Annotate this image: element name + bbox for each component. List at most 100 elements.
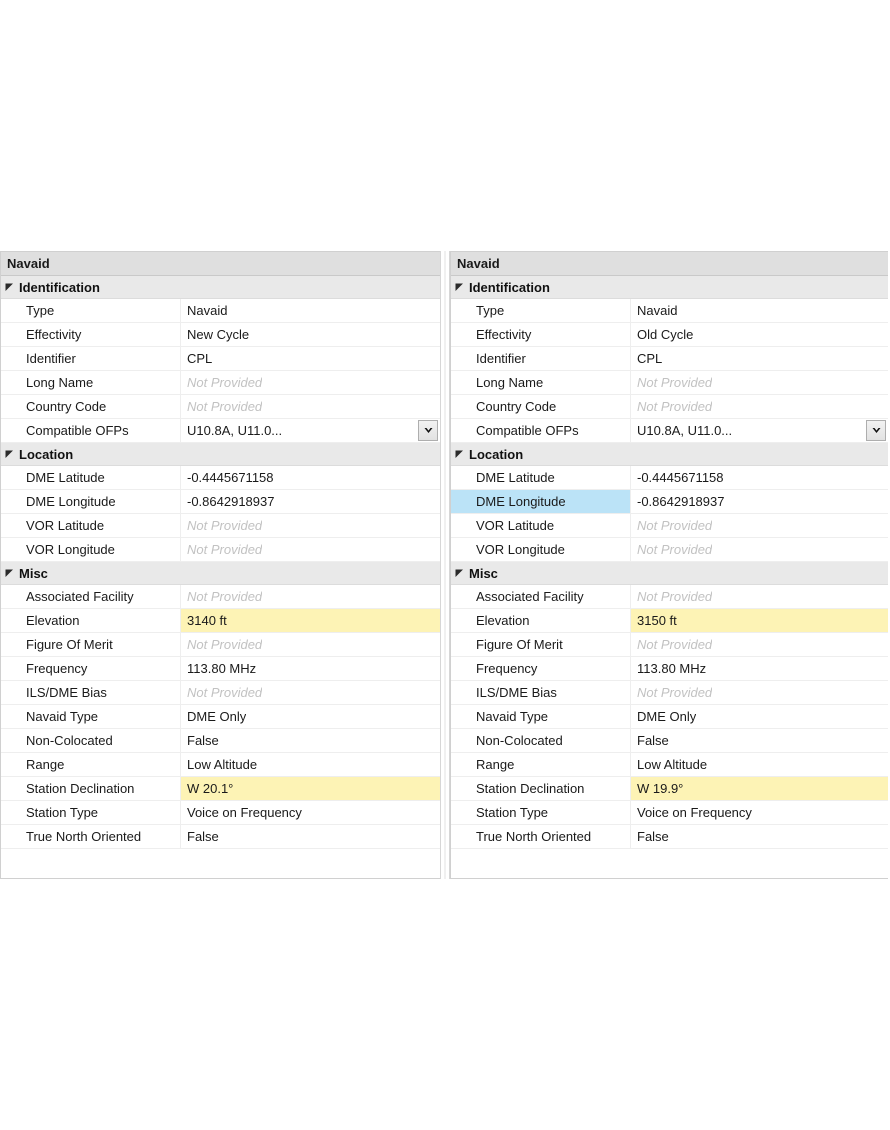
property-label[interactable]: Range — [451, 753, 631, 776]
property-label[interactable]: Country Code — [451, 395, 631, 418]
property-value[interactable]: Voice on Frequency — [181, 801, 440, 824]
property-value[interactable]: CPL — [631, 347, 888, 370]
property-label[interactable]: Station Type — [1, 801, 181, 824]
compatible-ofps-dropdown-button[interactable] — [418, 420, 438, 441]
property-value[interactable]: Not Provided — [181, 681, 440, 704]
property-value[interactable]: 3150 ft — [631, 609, 888, 632]
property-label[interactable]: Long Name — [1, 371, 181, 394]
property-group-header[interactable]: Identification — [451, 276, 888, 299]
property-label[interactable]: Compatible OFPs — [1, 419, 181, 442]
property-row[interactable]: Station Declination W 19.9° — [451, 777, 888, 801]
property-row[interactable]: VOR Longitude Not Provided — [451, 538, 888, 562]
property-label[interactable]: Identifier — [1, 347, 181, 370]
property-value[interactable]: False — [181, 729, 440, 752]
compatible-ofps-dropdown-button[interactable] — [866, 420, 886, 441]
property-value[interactable]: -0.4445671158 — [631, 466, 888, 489]
property-group-header[interactable]: Location — [451, 443, 888, 466]
property-label[interactable]: Country Code — [1, 395, 181, 418]
property-row[interactable]: Station Type Voice on Frequency — [451, 801, 888, 825]
property-label[interactable]: Station Declination — [1, 777, 181, 800]
property-grid[interactable]: Identification Type Navaid Effectivity Old C… — [451, 276, 888, 878]
property-value[interactable]: W 19.9° — [631, 777, 888, 800]
property-value[interactable]: -0.8642918937 — [631, 490, 888, 513]
property-value[interactable]: DME Only — [181, 705, 440, 728]
property-label[interactable]: Identifier — [451, 347, 631, 370]
property-value[interactable]: CPL — [181, 347, 440, 370]
property-group-header[interactable]: Location — [1, 443, 440, 466]
property-value[interactable]: Navaid — [181, 299, 440, 322]
property-row[interactable]: Figure Of Merit Not Provided — [451, 633, 888, 657]
property-grid[interactable]: Identification Type Navaid Effectivity New C… — [1, 276, 440, 878]
property-row[interactable]: Range Low Altitude — [451, 753, 888, 777]
property-row[interactable]: Identifier CPL — [451, 347, 888, 371]
property-value[interactable]: Not Provided — [181, 514, 440, 537]
property-row[interactable]: VOR Latitude Not Provided — [451, 514, 888, 538]
property-label[interactable]: VOR Longitude — [451, 538, 631, 561]
property-label[interactable]: Associated Facility — [1, 585, 181, 608]
property-row[interactable]: Non-Colocated False — [451, 729, 888, 753]
property-row[interactable]: Type Navaid — [1, 299, 440, 323]
property-value[interactable]: 3140 ft — [181, 609, 440, 632]
property-label[interactable]: Effectivity — [1, 323, 181, 346]
property-label[interactable]: Non-Colocated — [1, 729, 181, 752]
property-value[interactable]: Not Provided — [181, 371, 440, 394]
property-value[interactable]: 113.80 MHz — [181, 657, 440, 680]
property-label[interactable]: VOR Longitude — [1, 538, 181, 561]
triangle-expanded-icon[interactable] — [451, 283, 467, 292]
property-value[interactable]: New Cycle — [181, 323, 440, 346]
property-value[interactable]: -0.4445671158 — [181, 466, 440, 489]
property-row[interactable]: Elevation 3140 ft — [1, 609, 440, 633]
property-row[interactable]: Station Declination W 20.1° — [1, 777, 440, 801]
property-row[interactable]: ILS/DME Bias Not Provided — [451, 681, 888, 705]
property-label[interactable]: DME Longitude — [1, 490, 181, 513]
property-value[interactable]: Low Altitude — [181, 753, 440, 776]
triangle-expanded-icon[interactable] — [1, 450, 17, 459]
property-row[interactable]: ILS/DME Bias Not Provided — [1, 681, 440, 705]
property-value[interactable]: Not Provided — [631, 371, 888, 394]
property-row[interactable]: True North Oriented False — [451, 825, 888, 849]
property-row[interactable]: DME Latitude -0.4445671158 — [451, 466, 888, 490]
property-value[interactable]: Not Provided — [631, 633, 888, 656]
property-label[interactable]: Range — [1, 753, 181, 776]
property-value[interactable]: Not Provided — [631, 395, 888, 418]
property-value[interactable]: -0.8642918937 — [181, 490, 440, 513]
property-label[interactable]: VOR Latitude — [451, 514, 631, 537]
property-label[interactable]: Station Declination — [451, 777, 631, 800]
property-value[interactable]: Not Provided — [631, 585, 888, 608]
property-value[interactable]: DME Only — [631, 705, 888, 728]
property-label[interactable]: True North Oriented — [451, 825, 631, 848]
property-value[interactable]: 113.80 MHz — [631, 657, 888, 680]
property-value[interactable]: W 20.1° — [181, 777, 440, 800]
property-value[interactable]: Old Cycle — [631, 323, 888, 346]
property-label[interactable]: Navaid Type — [1, 705, 181, 728]
property-value[interactable]: U10.8A, U11.0... — [181, 419, 440, 442]
property-row[interactable]: Station Type Voice on Frequency — [1, 801, 440, 825]
property-value[interactable]: Not Provided — [631, 681, 888, 704]
panel-splitter[interactable] — [440, 251, 450, 879]
property-label[interactable]: True North Oriented — [1, 825, 181, 848]
triangle-expanded-icon[interactable] — [451, 569, 467, 578]
property-row[interactable]: Range Low Altitude — [1, 753, 440, 777]
property-row[interactable]: VOR Latitude Not Provided — [1, 514, 440, 538]
property-value[interactable]: Not Provided — [631, 514, 888, 537]
property-label[interactable]: Effectivity — [451, 323, 631, 346]
property-value[interactable]: Not Provided — [181, 538, 440, 561]
property-row[interactable]: Type Navaid — [451, 299, 888, 323]
property-value[interactable]: Low Altitude — [631, 753, 888, 776]
property-label[interactable]: Associated Facility — [451, 585, 631, 608]
property-label[interactable]: Type — [451, 299, 631, 322]
property-value[interactable]: False — [181, 825, 440, 848]
property-label[interactable]: DME Latitude — [1, 466, 181, 489]
property-row[interactable]: Elevation 3150 ft — [451, 609, 888, 633]
property-label[interactable]: Elevation — [1, 609, 181, 632]
property-group-header[interactable]: Misc — [1, 562, 440, 585]
triangle-expanded-icon[interactable] — [451, 450, 467, 459]
property-label[interactable]: DME Latitude — [451, 466, 631, 489]
property-row[interactable]: Navaid Type DME Only — [1, 705, 440, 729]
property-row[interactable]: Associated Facility Not Provided — [1, 585, 440, 609]
property-row[interactable]: DME Longitude -0.8642918937 — [1, 490, 440, 514]
triangle-expanded-icon[interactable] — [1, 569, 17, 578]
property-row[interactable]: Effectivity Old Cycle — [451, 323, 888, 347]
property-value[interactable]: Not Provided — [181, 395, 440, 418]
property-label[interactable]: ILS/DME Bias — [451, 681, 631, 704]
